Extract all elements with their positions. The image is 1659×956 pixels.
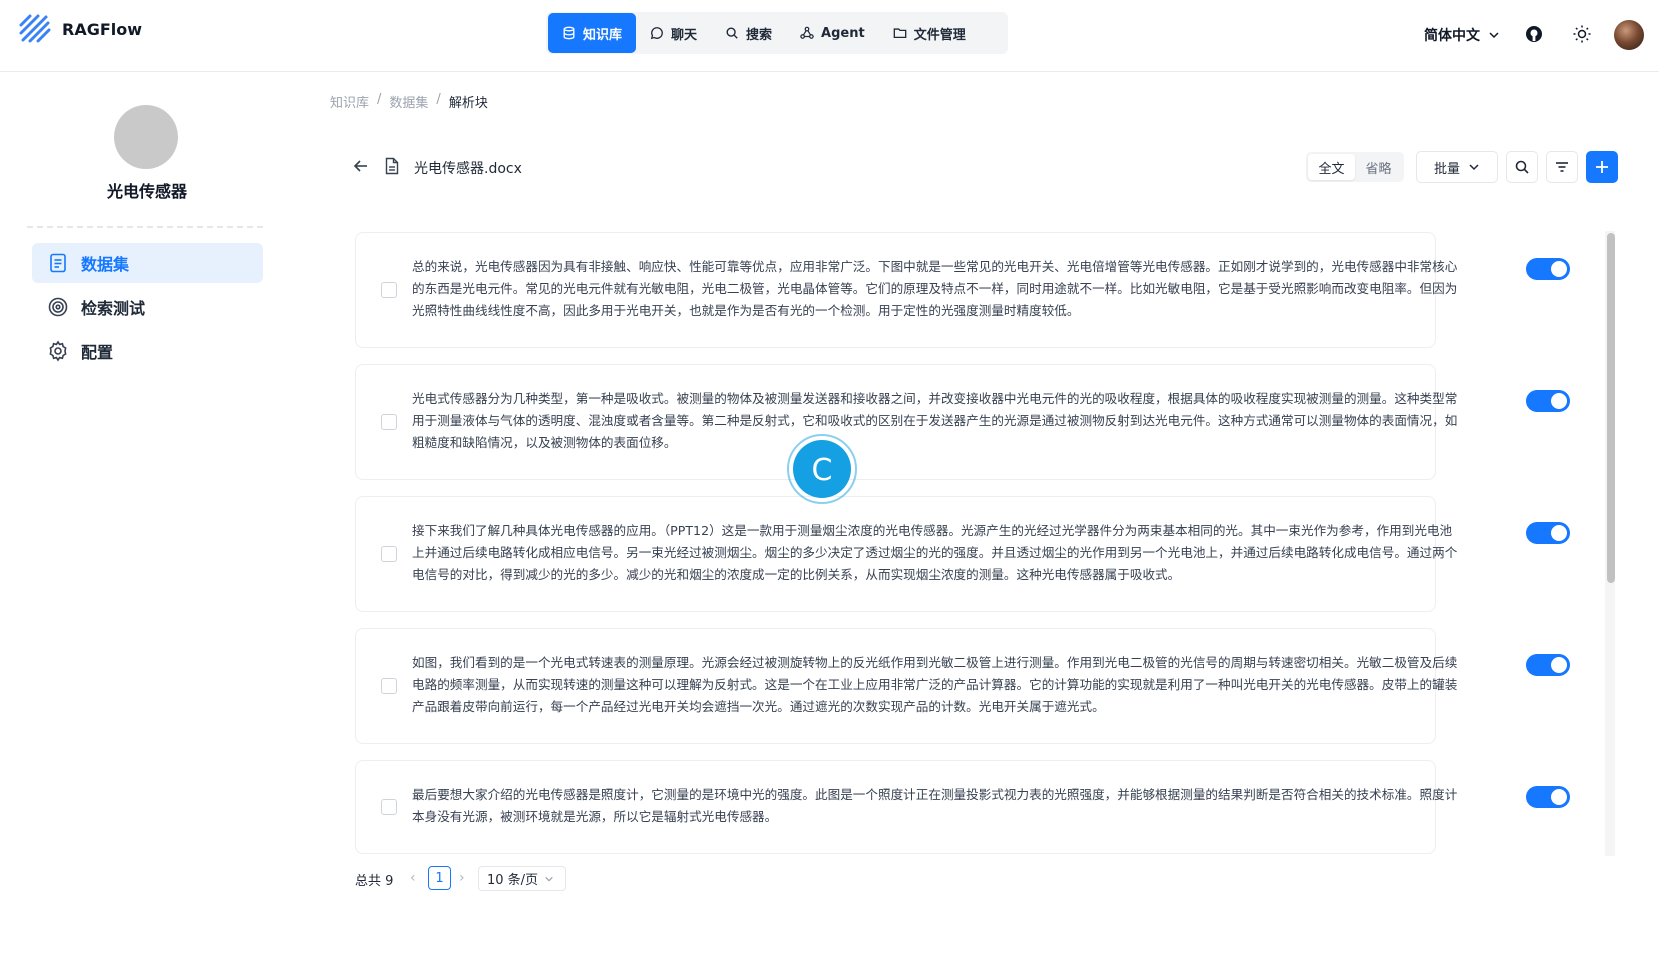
breadcrumb-separator: / <box>377 92 382 107</box>
chunk-text[interactable]: 总的来说，光电传感器因为具有非接触、响应快、性能可靠等优点，应用非常广泛。下图中… <box>412 256 1464 322</box>
knowledge-base-avatar <box>114 105 178 169</box>
chevron-down-icon <box>545 876 553 882</box>
chunk-enable-toggle[interactable] <box>1526 258 1570 280</box>
scrollbar-thumb[interactable] <box>1607 233 1615 583</box>
nav-knowledge-base[interactable]: 知识库 <box>548 13 637 53</box>
chunk-card: 光电式传感器分为几种类型，第一种是吸收式。被测量的物体及被测量发送器和接收器之间… <box>355 364 1457 480</box>
chunk-checkbox[interactable] <box>381 546 397 562</box>
nav-label: 聊天 <box>671 27 698 43</box>
view-mode-toggle: 全文 省略 <box>1306 152 1404 182</box>
language-selector[interactable]: 简体中文 <box>1424 25 1500 45</box>
breadcrumb-dataset[interactable]: 数据集 <box>389 92 428 111</box>
chunk-enable-toggle[interactable] <box>1526 786 1570 808</box>
nav-agent[interactable]: Agent <box>786 13 879 53</box>
chunk-checkbox[interactable] <box>381 414 397 430</box>
nav-file-management[interactable]: 文件管理 <box>879 13 980 53</box>
view-brief-button[interactable]: 省略 <box>1355 154 1402 180</box>
document-icon <box>385 157 399 175</box>
chunk-enable-toggle[interactable] <box>1526 522 1570 544</box>
folder-icon <box>893 28 907 39</box>
loading-spinner-icon: C <box>787 434 857 504</box>
sidebar-item-label: 检索测试 <box>81 299 146 318</box>
nav-label: 知识库 <box>583 27 623 43</box>
chunk-checkbox[interactable] <box>381 678 397 694</box>
chevron-down-icon <box>1469 164 1479 171</box>
nav-label: 文件管理 <box>913 27 966 43</box>
breadcrumb-current: 解析块 <box>448 96 488 111</box>
search-icon <box>1515 160 1529 174</box>
nav-label: Agent <box>821 25 865 41</box>
chunk-card: 总的来说，光电传感器因为具有非接触、响应快、性能可靠等优点，应用非常广泛。下图中… <box>355 232 1457 348</box>
main-nav: 知识库 聊天 搜索 Agent 文件管理 <box>546 12 1008 54</box>
chunk-card: 接下来我们了解几种具体光电传感器的应用。（PPT12）这是一款用于测量烟尘浓度的… <box>355 496 1457 612</box>
filter-button[interactable] <box>1546 151 1578 183</box>
language-label: 简体中文 <box>1424 28 1480 44</box>
chat-bubble-icon <box>650 27 663 40</box>
page-size-select[interactable]: 10 条/页 <box>478 866 566 891</box>
github-icon[interactable] <box>1524 24 1544 44</box>
nav-chat[interactable]: 聊天 <box>636 13 711 53</box>
nav-search[interactable]: 搜索 <box>711 13 786 53</box>
pagination-next-icon[interactable]: › <box>459 870 465 886</box>
pagination-prev-icon[interactable]: ‹ <box>410 870 416 886</box>
document-name: 光电传感器.docx <box>414 161 522 177</box>
agent-graph-icon <box>800 26 814 39</box>
knowledge-base-name: 光电传感器 <box>106 182 187 201</box>
breadcrumb: 知识库 / 数据集 / 解析块 <box>330 92 488 111</box>
breadcrumb-knowledge-base[interactable]: 知识库 <box>330 92 369 111</box>
gear-icon <box>49 340 67 362</box>
sidebar-item-retrieval-test[interactable]: 检索测试 <box>32 287 263 327</box>
loader-glyph: C <box>812 453 833 488</box>
pagination-current-page[interactable]: 1 <box>428 866 451 890</box>
batch-dropdown[interactable]: 批量 <box>1416 151 1498 183</box>
chunk-card: 如图，我们看到的是一个光电式转速表的测量原理。光源会经过被测旋转物上的反光纸作用… <box>355 628 1457 744</box>
sidebar-item-label: 数据集 <box>81 255 130 274</box>
sidebar-item-dataset[interactable]: 数据集 <box>32 243 263 283</box>
app-title: RAGFlow <box>62 20 143 39</box>
chunk-text[interactable]: 如图，我们看到的是一个光电式转速表的测量原理。光源会经过被测旋转物上的反光纸作用… <box>412 652 1464 718</box>
dataset-icon <box>50 253 66 273</box>
user-avatar[interactable] <box>1614 20 1644 50</box>
sidebar-item-label: 配置 <box>81 343 114 362</box>
chunk-checkbox[interactable] <box>381 282 397 298</box>
chunk-text[interactable]: 最后要想大家介绍的光电传感器是照度计，它测量的是环境中光的强度。此图是一个照度计… <box>412 784 1464 828</box>
batch-label: 批量 <box>1433 161 1460 177</box>
view-full-button[interactable]: 全文 <box>1308 154 1355 180</box>
target-icon <box>48 297 68 317</box>
chunk-text[interactable]: 光电式传感器分为几种类型，第一种是吸收式。被测量的物体及被测量发送器和接收器之间… <box>412 388 1464 454</box>
chevron-down-icon <box>1489 32 1499 39</box>
filter-lines-icon <box>1556 162 1568 172</box>
add-chunk-button[interactable] <box>1586 151 1618 183</box>
back-arrow-icon[interactable] <box>352 157 370 175</box>
database-icon <box>563 26 575 40</box>
search-chunks-button[interactable] <box>1506 151 1538 183</box>
top-header: RAGFlow 知识库 聊天 搜索 Agent 文件管理 简体中文 <box>0 0 1659 72</box>
chunk-enable-toggle[interactable] <box>1526 390 1570 412</box>
sun-icon[interactable] <box>1572 24 1592 44</box>
chunk-checkbox[interactable] <box>381 799 397 815</box>
pagination-total: 总共 9 <box>355 874 394 889</box>
chunk-card: 最后要想大家介绍的光电传感器是照度计，它测量的是环境中光的强度。此图是一个照度计… <box>355 760 1457 854</box>
sidebar-item-settings[interactable]: 配置 <box>32 331 263 371</box>
chunk-enable-toggle[interactable] <box>1526 654 1570 676</box>
chunk-text[interactable]: 接下来我们了解几种具体光电传感器的应用。（PPT12）这是一款用于测量烟尘浓度的… <box>412 520 1464 586</box>
search-icon <box>726 27 738 39</box>
breadcrumb-separator: / <box>436 92 441 107</box>
ragflow-logo-icon <box>19 14 51 43</box>
plus-icon <box>1596 161 1608 173</box>
nav-label: 搜索 <box>746 27 773 43</box>
sidebar-divider <box>27 226 263 228</box>
page-size-label: 10 条/页 <box>487 873 539 888</box>
